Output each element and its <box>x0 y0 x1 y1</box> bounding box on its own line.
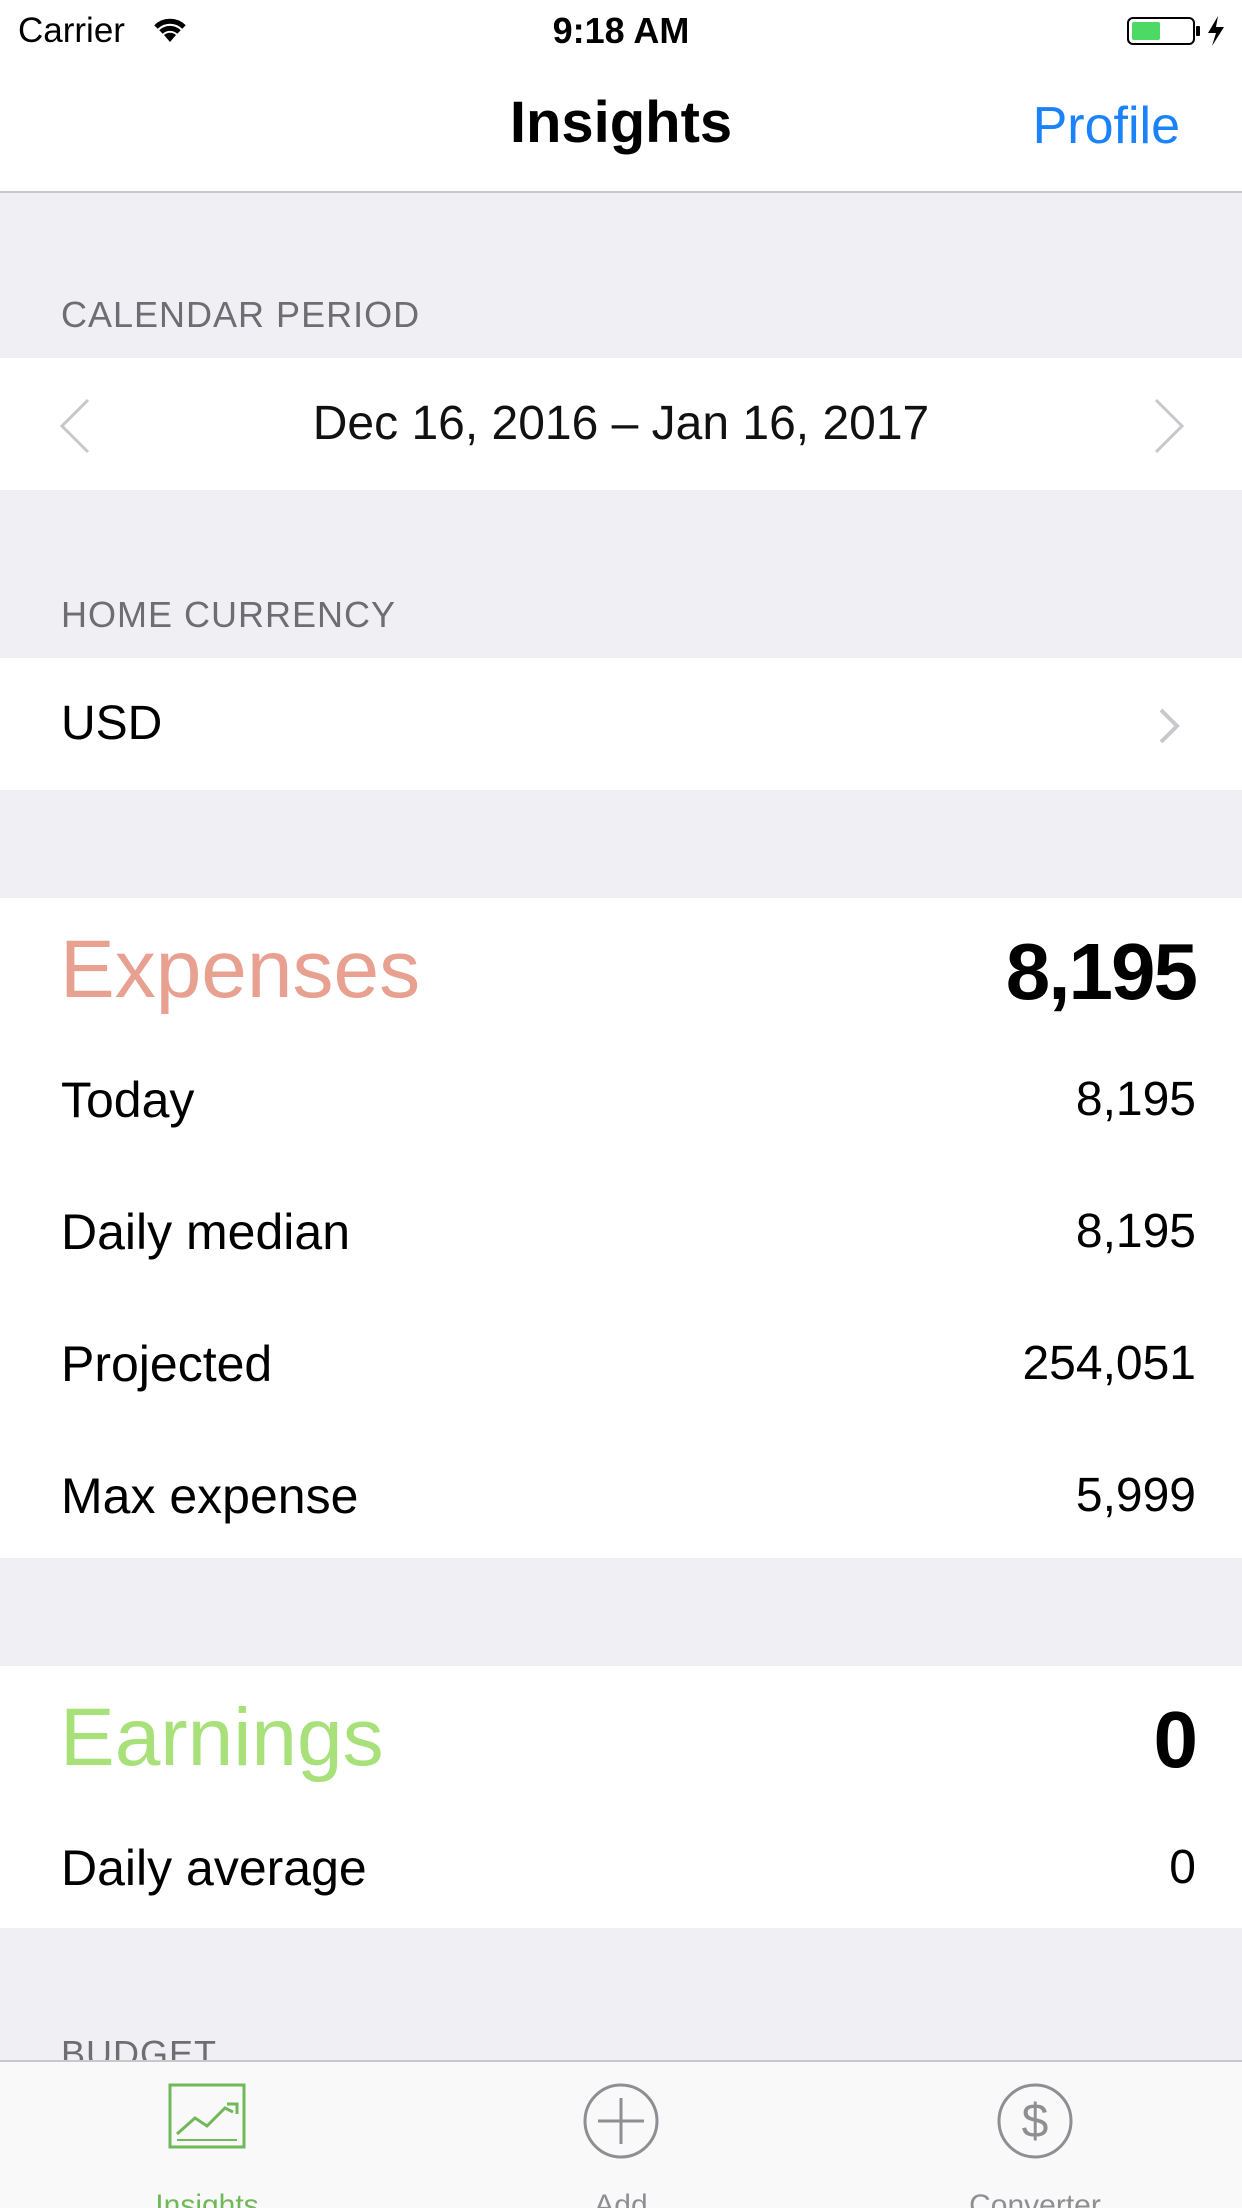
tab-label: Add <box>594 2189 648 2208</box>
navigation-bar: Insights Profile <box>0 60 1242 193</box>
expenses-row-label: Max expense <box>61 1468 359 1524</box>
svg-text:$: $ <box>1022 2095 1049 2148</box>
expenses-row-value: 254,051 <box>1022 1337 1196 1390</box>
earnings-title: Earnings <box>60 1692 384 1783</box>
dollar-circle-icon: $ <box>997 2083 1073 2159</box>
currency-value: USD <box>61 697 163 750</box>
expenses-title: Expenses <box>60 924 421 1015</box>
earnings-row-value: 0 <box>1169 1841 1196 1894</box>
next-period-chevron-icon[interactable] <box>1148 396 1188 456</box>
expenses-row-value: 8,195 <box>1075 1205 1196 1258</box>
earnings-total: 0 <box>1153 1695 1198 1784</box>
earnings-card: Earnings 0 Daily average 0 <box>0 1666 1242 1928</box>
expenses-total: 8,195 <box>1005 927 1198 1016</box>
tab-converter[interactable]: $ Converter <box>828 2062 1242 2208</box>
expenses-row-label: Daily median <box>61 1204 351 1260</box>
expenses-row-label: Today <box>61 1072 195 1128</box>
chart-icon <box>168 2083 246 2149</box>
insights-screen: Carrier 9:18 AM Insights Profile CALENDA… <box>0 0 1242 2208</box>
home-currency-row[interactable]: USD <box>0 658 1242 790</box>
plus-circle-icon <box>583 2083 659 2159</box>
calendar-period-row: Dec 16, 2016 – Jan 16, 2017 <box>0 358 1242 490</box>
period-range: Dec 16, 2016 – Jan 16, 2017 <box>312 397 930 450</box>
expenses-card: Expenses 8,195 Today 8,195 Daily median … <box>0 898 1242 1558</box>
chevron-right-icon <box>1159 708 1180 744</box>
status-bar: Carrier 9:18 AM <box>0 0 1242 60</box>
home-currency-header: HOME CURRENCY <box>61 594 397 635</box>
battery-icon <box>1127 16 1224 46</box>
expenses-row-label: Projected <box>61 1336 273 1392</box>
expenses-row-value: 5,999 <box>1075 1469 1196 1522</box>
earnings-row-label: Daily average <box>61 1840 367 1896</box>
calendar-period-header: CALENDAR PERIOD <box>61 294 421 335</box>
tab-label: Insights <box>155 2189 259 2208</box>
tab-insights[interactable]: Insights <box>0 2062 414 2208</box>
expenses-row-value: 8,195 <box>1075 1073 1196 1126</box>
tab-add[interactable]: Add <box>414 2062 828 2208</box>
profile-button[interactable]: Profile <box>1033 96 1180 156</box>
tab-bar: Insights Add $ Converter <box>0 2060 1242 2208</box>
tab-label: Converter <box>969 2189 1101 2208</box>
clock: 9:18 AM <box>552 10 690 51</box>
